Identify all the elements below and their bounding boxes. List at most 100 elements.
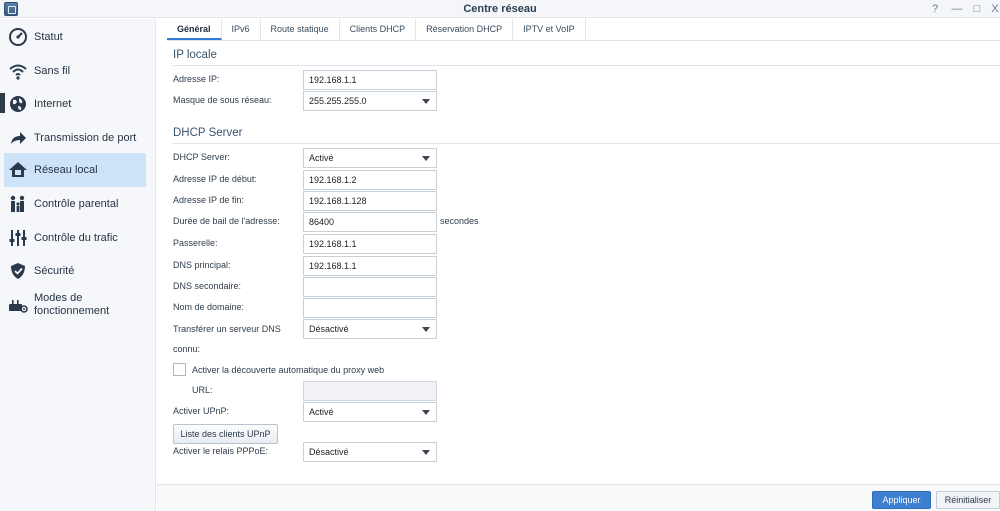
domain-name-label: Nom de domaine: [173, 302, 245, 312]
section-title-ip-locale: IP locale [173, 49, 217, 61]
tab-clients-dhcp[interactable]: Clients DHCP [340, 19, 417, 40]
dhcp-server-row: DHCP Server: Activé [173, 148, 1000, 168]
proxy-discovery-checkbox[interactable] [173, 363, 186, 376]
help-button[interactable]: ? [928, 2, 942, 16]
sidebar-item-modes-de-fonctionnement[interactable]: Modes de fonctionnement [4, 290, 146, 320]
proxy-discovery-label: Activer la découverte automatique du pro… [192, 365, 385, 375]
section-title-dhcp-server: DHCP Server [173, 127, 243, 139]
sidebar-item-label: Sécurité [34, 264, 75, 277]
gateway-input[interactable]: 192.168.1.1 [303, 234, 437, 254]
reset-button[interactable]: Réinitialiser [936, 491, 1000, 509]
sidebar-item-transmission-de-port[interactable]: Transmission de port [4, 126, 146, 150]
start-ip-label: Adresse IP de début: [173, 174, 257, 184]
lease-time-unit: secondes [440, 216, 479, 226]
gateway-row: Passerelle: 192.168.1.1 [173, 234, 1000, 254]
sidebar-item-label: Transmission de port [34, 131, 137, 144]
tab-reservation-dhcp[interactable]: Réservation DHCP [416, 19, 514, 40]
ip-address-input[interactable]: 192.168.1.1 [303, 70, 437, 90]
minimize-button[interactable]: — [950, 2, 964, 16]
window-titlebar: Centre réseau ? — □ X [0, 0, 1000, 18]
sidebar-item-label: Réseau local [34, 163, 98, 176]
family-icon [10, 195, 25, 212]
maximize-button[interactable]: □ [970, 2, 984, 16]
url-label: URL: [192, 385, 213, 395]
footer-bar: Appliquer Réinitialiser [157, 484, 1000, 511]
gateway-label: Passerelle: [173, 238, 218, 248]
start-ip-input[interactable]: 192.168.1.2 [303, 170, 437, 190]
gauge-icon [9, 28, 27, 46]
start-ip-row: Adresse IP de début: 192.168.1.2 [173, 170, 1000, 190]
subnet-mask-select[interactable]: 255.255.255.0 [303, 91, 437, 111]
forward-arrow-icon [11, 132, 26, 144]
pppoe-relay-row: Activer le relais PPPoE: Désactivé [173, 442, 1000, 462]
upnp-clients-button[interactable]: Liste des clients UPnP [173, 424, 278, 444]
shield-icon [11, 263, 25, 279]
dns-forward-select[interactable]: Désactivé [303, 319, 437, 339]
url-row: URL: [173, 381, 1000, 401]
tab-ipv6[interactable]: IPv6 [222, 19, 261, 40]
subnet-mask-row: Masque de sous réseau: 255.255.255.0 [173, 91, 1000, 111]
dns-primary-input[interactable]: 192.168.1.1 [303, 256, 437, 276]
sidebar-item-label: Internet [34, 97, 72, 110]
close-button[interactable]: X [988, 2, 1000, 16]
wifi-icon [9, 64, 27, 80]
upnp-row: Activer UPnP: Activé [173, 402, 1000, 422]
end-ip-row: Adresse IP de fin: 192.168.1.128 [173, 191, 1000, 211]
end-ip-label: Adresse IP de fin: [173, 195, 244, 205]
lease-time-row: Durée de bail de l'adresse: 86400 second… [173, 212, 1000, 232]
tab-iptv-voip[interactable]: IPTV et VoIP [513, 19, 586, 40]
globe-icon [10, 96, 26, 112]
url-input[interactable] [303, 381, 437, 401]
lease-time-input[interactable]: 86400 [303, 212, 437, 232]
dns-primary-label: DNS principal: [173, 260, 231, 270]
ip-address-label: Adresse IP: [173, 74, 220, 84]
dns-forward-label-line2: connu: [173, 344, 201, 354]
section-divider [173, 65, 1000, 66]
sidebar: Statut Sans fil Internet Transmission de… [0, 19, 156, 511]
dns-secondary-row: DNS secondaire: [173, 277, 1000, 297]
dns-secondary-input[interactable] [303, 277, 437, 297]
lease-time-label: Durée de bail de l'adresse: [173, 216, 280, 226]
dns-primary-row: DNS principal: 192.168.1.1 [173, 256, 1000, 276]
tab-general[interactable]: Général [167, 19, 222, 40]
sidebar-edge-marker [0, 93, 5, 113]
tab-bar: Général IPv6 Route statique Clients DHCP… [167, 19, 1000, 41]
upnp-select[interactable]: Activé [303, 402, 437, 422]
sidebar-item-controle-du-trafic[interactable]: Contrôle du trafic [4, 226, 146, 250]
sidebar-item-label-line2: fonctionnement [34, 305, 110, 317]
sidebar-item-label-line1: Modes de [34, 292, 83, 304]
sliders-icon [9, 230, 27, 246]
sidebar-item-label: Sans fil [34, 64, 71, 77]
router-mode-icon [9, 300, 28, 313]
window-title: Centre réseau [463, 3, 537, 15]
section-divider [173, 143, 1000, 144]
dhcp-server-label: DHCP Server: [173, 152, 230, 162]
subnet-mask-label: Masque de sous réseau: [173, 95, 272, 105]
home-network-icon [9, 162, 27, 177]
proxy-discovery-row: Activer la découverte automatique du pro… [173, 361, 1000, 381]
apply-button[interactable]: Appliquer [872, 491, 931, 509]
upnp-label: Activer UPnP: [173, 406, 230, 416]
sidebar-item-controle-parental[interactable]: Contrôle parental [4, 192, 146, 216]
sidebar-item-sans-fil[interactable]: Sans fil [4, 59, 146, 83]
dns-secondary-label: DNS secondaire: [173, 281, 242, 291]
sidebar-item-internet[interactable]: Internet [4, 92, 146, 116]
dns-forward-label-line1: Transférer un serveur DNS [173, 324, 281, 334]
pppoe-relay-select[interactable]: Désactivé [303, 442, 437, 462]
sidebar-item-reseau-local[interactable]: Réseau local [4, 153, 146, 187]
dns-forward-label: Transférer un serveur DNS connu: [173, 319, 281, 359]
end-ip-input[interactable]: 192.168.1.128 [303, 191, 437, 211]
main-content: IP locale Adresse IP: 192.168.1.1 Masque… [166, 42, 1000, 484]
tab-route-statique[interactable]: Route statique [261, 19, 340, 40]
sidebar-item-label: Contrôle du trafic [34, 231, 118, 244]
dns-forward-row: Transférer un serveur DNS connu: Désacti… [173, 319, 1000, 355]
domain-name-input[interactable] [303, 298, 437, 318]
sidebar-item-label: Contrôle parental [34, 197, 119, 210]
pppoe-relay-label: Activer le relais PPPoE: [173, 446, 269, 456]
sidebar-item-label: Modes de fonctionnement [34, 292, 109, 318]
sidebar-item-statut[interactable]: Statut [4, 25, 146, 49]
sidebar-item-securite[interactable]: Sécurité [4, 259, 146, 283]
sidebar-item-label: Statut [34, 30, 63, 43]
dhcp-server-select[interactable]: Activé [303, 148, 437, 168]
domain-name-row: Nom de domaine: [173, 298, 1000, 318]
